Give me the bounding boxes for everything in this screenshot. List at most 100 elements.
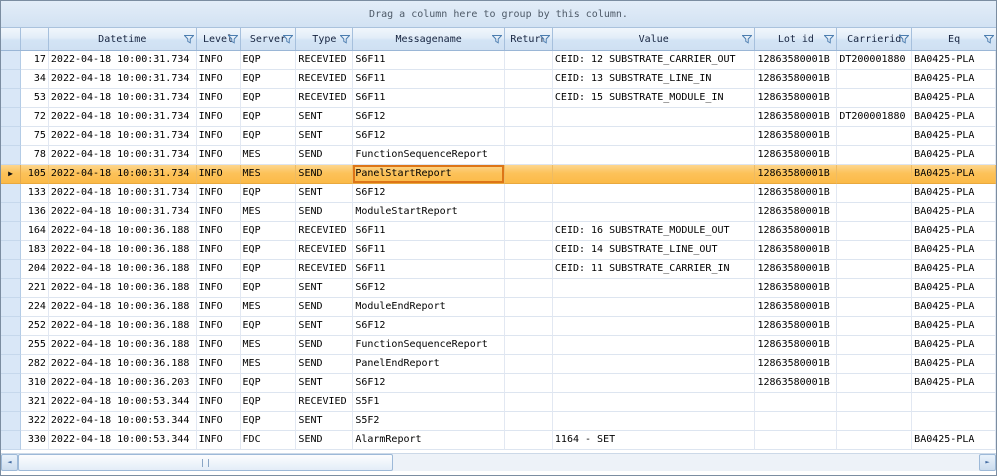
column-header-value[interactable]: Value	[553, 28, 756, 50]
cell-datetime[interactable]: 2022-04-18 10:00:31.734	[49, 127, 197, 146]
cell-messagename[interactable]: S6F12	[353, 127, 505, 146]
cell-type[interactable]: RECEVIED	[296, 241, 353, 260]
cell-lotid[interactable]: 12863580001B	[755, 165, 837, 184]
cell-id[interactable]: 310	[21, 374, 49, 393]
cell-server[interactable]: FDC	[241, 431, 297, 450]
column-header-type[interactable]: Type	[296, 28, 353, 50]
cell-return[interactable]	[505, 51, 553, 70]
cell-eqpid[interactable]: BA0425-PLA	[912, 355, 996, 374]
filter-icon[interactable]	[742, 34, 752, 44]
cell-value[interactable]	[553, 165, 756, 184]
column-header-carrierid[interactable]: Carrierid	[837, 28, 912, 50]
cell-eqpid[interactable]: BA0425-PLA	[912, 260, 996, 279]
cell-type[interactable]: RECEVIED	[296, 51, 353, 70]
cell-carrierid[interactable]	[837, 298, 912, 317]
cell-id[interactable]: 330	[21, 431, 49, 450]
cell-id[interactable]: 282	[21, 355, 49, 374]
cell-lotid[interactable]: 12863580001B	[755, 279, 837, 298]
cell-value[interactable]	[553, 355, 756, 374]
cell-return[interactable]	[505, 355, 553, 374]
cell-server[interactable]: EQP	[241, 374, 297, 393]
cell-datetime[interactable]: 2022-04-18 10:00:53.344	[49, 431, 197, 450]
scrollbar-track[interactable]	[18, 454, 979, 471]
cell-lotid[interactable]: 12863580001B	[755, 203, 837, 222]
cell-level[interactable]: INFO	[197, 70, 241, 89]
cell-eqpid[interactable]: BA0425-PLA	[912, 317, 996, 336]
cell-lotid[interactable]	[755, 431, 837, 450]
cell-type[interactable]: RECEVIED	[296, 393, 353, 412]
cell-return[interactable]	[505, 431, 553, 450]
cell-lotid[interactable]: 12863580001B	[755, 241, 837, 260]
cell-value[interactable]: 1164 - SET	[553, 431, 756, 450]
cell-messagename[interactable]: S6F11	[353, 89, 505, 108]
cell-id[interactable]: 53	[21, 89, 49, 108]
grid-row[interactable]: 2212022-04-18 10:00:36.188INFOEQPSENTS6F…	[1, 279, 996, 298]
cell-server[interactable]: MES	[241, 336, 297, 355]
cell-value[interactable]	[553, 108, 756, 127]
filter-icon[interactable]	[228, 34, 238, 44]
cell-carrierid[interactable]: DT200001880	[837, 51, 912, 70]
cell-type[interactable]: SEND	[296, 298, 353, 317]
cell-type[interactable]: SENT	[296, 108, 353, 127]
cell-type[interactable]: SEND	[296, 203, 353, 222]
cell-value[interactable]	[553, 298, 756, 317]
cell-id[interactable]: 252	[21, 317, 49, 336]
cell-carrierid[interactable]	[837, 241, 912, 260]
cell-carrierid[interactable]	[837, 412, 912, 431]
cell-level[interactable]: INFO	[197, 393, 241, 412]
cell-eqpid[interactable]: BA0425-PLA	[912, 51, 996, 70]
cell-carrierid[interactable]	[837, 336, 912, 355]
cell-datetime[interactable]: 2022-04-18 10:00:31.734	[49, 203, 197, 222]
column-header-messagename[interactable]: Messagename	[353, 28, 505, 50]
cell-carrierid[interactable]	[837, 279, 912, 298]
grid-row[interactable]: 342022-04-18 10:00:31.734INFOEQPRECEVIED…	[1, 70, 996, 89]
cell-datetime[interactable]: 2022-04-18 10:00:36.188	[49, 355, 197, 374]
grid-row[interactable]: ▶1052022-04-18 10:00:31.734INFOMESSENDPa…	[1, 165, 996, 184]
cell-type[interactable]: SENT	[296, 127, 353, 146]
column-header-server[interactable]: Server	[241, 28, 297, 50]
grid-row[interactable]: 532022-04-18 10:00:31.734INFOEQPRECEVIED…	[1, 89, 996, 108]
cell-id[interactable]: 221	[21, 279, 49, 298]
cell-value[interactable]: CEID: 13 SUBSTRATE_LINE_IN	[553, 70, 756, 89]
cell-carrierid[interactable]	[837, 355, 912, 374]
cell-return[interactable]	[505, 317, 553, 336]
cell-messagename[interactable]: S6F12	[353, 184, 505, 203]
cell-eqpid[interactable]: BA0425-PLA	[912, 431, 996, 450]
cell-return[interactable]	[505, 241, 553, 260]
cell-type[interactable]: SEND	[296, 146, 353, 165]
cell-lotid[interactable]: 12863580001B	[755, 184, 837, 203]
grid-row[interactable]: 3222022-04-18 10:00:53.344INFOEQPSENTS5F…	[1, 412, 996, 431]
cell-id[interactable]: 164	[21, 222, 49, 241]
cell-datetime[interactable]: 2022-04-18 10:00:36.188	[49, 317, 197, 336]
cell-server[interactable]: EQP	[241, 222, 297, 241]
cell-value[interactable]: CEID: 15 SUBSTRATE_MODULE_IN	[553, 89, 756, 108]
cell-value[interactable]	[553, 336, 756, 355]
grid-row[interactable]: 2822022-04-18 10:00:36.188INFOMESSENDPan…	[1, 355, 996, 374]
grid-row[interactable]: 2552022-04-18 10:00:36.188INFOMESSENDFun…	[1, 336, 996, 355]
filter-icon[interactable]	[492, 34, 502, 44]
cell-messagename[interactable]: S6F11	[353, 222, 505, 241]
cell-lotid[interactable]: 12863580001B	[755, 108, 837, 127]
cell-carrierid[interactable]	[837, 260, 912, 279]
cell-return[interactable]	[505, 89, 553, 108]
cell-level[interactable]: INFO	[197, 298, 241, 317]
grid-row[interactable]: 782022-04-18 10:00:31.734INFOMESSENDFunc…	[1, 146, 996, 165]
cell-datetime[interactable]: 2022-04-18 10:00:31.734	[49, 89, 197, 108]
cell-type[interactable]: RECEVIED	[296, 89, 353, 108]
cell-return[interactable]	[505, 222, 553, 241]
cell-id[interactable]: 17	[21, 51, 49, 70]
cell-return[interactable]	[505, 393, 553, 412]
cell-eqpid[interactable]	[912, 393, 996, 412]
cell-level[interactable]: INFO	[197, 203, 241, 222]
column-header-eqpid[interactable]: Eq	[912, 28, 996, 50]
cell-id[interactable]: 136	[21, 203, 49, 222]
cell-messagename[interactable]: S6F12	[353, 279, 505, 298]
cell-id[interactable]: 204	[21, 260, 49, 279]
cell-carrierid[interactable]: DT200001880	[837, 108, 912, 127]
cell-carrierid[interactable]	[837, 70, 912, 89]
cell-value[interactable]	[553, 146, 756, 165]
scroll-left-button[interactable]: ◄	[1, 454, 18, 471]
scrollbar-thumb[interactable]	[18, 454, 393, 471]
grid-row[interactable]: 2522022-04-18 10:00:36.188INFOEQPSENTS6F…	[1, 317, 996, 336]
cell-return[interactable]	[505, 146, 553, 165]
